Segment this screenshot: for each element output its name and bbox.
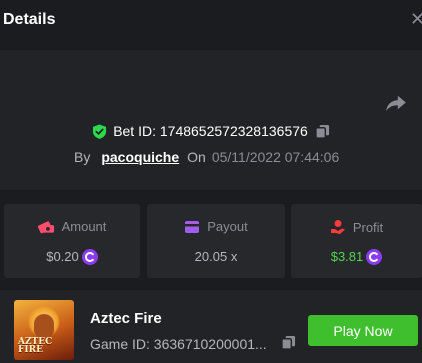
game-id: Game ID: 3636710200001...: [90, 336, 267, 352]
share-icon[interactable]: [385, 94, 407, 112]
copy-icon[interactable]: [315, 124, 330, 139]
shield-check-icon: [93, 124, 107, 139]
amount-card: Amount $0.20: [4, 204, 140, 278]
thumbnail-figure: [34, 314, 54, 338]
wallet-icon: [185, 221, 200, 233]
bet-id-text: Bet ID: 1748652572328136576: [113, 123, 308, 139]
profit-value: $3.81: [330, 249, 364, 264]
coin-icon: [81, 249, 98, 265]
payout-label: Payout: [207, 219, 248, 234]
modal-title: Details: [3, 11, 56, 28]
thumbnail-logo-line2: FIRE: [18, 345, 43, 355]
bet-datetime: 05/11/2022 07:44:06: [211, 149, 340, 165]
on-label: On: [187, 149, 206, 165]
username-link[interactable]: pacoquiche: [101, 149, 179, 165]
by-label: By: [74, 149, 91, 165]
modal-header: Details ✕: [0, 0, 422, 50]
game-panel: AZTEC FIRE Aztec Fire Game ID: 363671020…: [0, 290, 422, 363]
payout-value: 20.05 x: [194, 249, 238, 264]
profit-label: Profit: [352, 220, 384, 235]
thumbnail-logo: AZTEC FIRE: [18, 338, 70, 355]
close-icon[interactable]: ✕: [410, 10, 422, 28]
amount-value-row: $0.20: [4, 249, 140, 265]
payout-header: Payout: [147, 219, 285, 234]
bet-info-panel: Bet ID: 1748652572328136576 By pacoquiche…: [0, 50, 422, 190]
profit-card: Profit $3.81: [291, 204, 422, 278]
game-thumbnail[interactable]: AZTEC FIRE: [14, 300, 74, 360]
hand-coin-icon: [330, 220, 345, 234]
amount-value: $0.20: [46, 249, 79, 264]
amount-label: Amount: [61, 219, 107, 234]
bet-stats: Amount $0.20 Payout 20.05 x Profit $3.81: [0, 190, 422, 290]
payout-card: Payout 20.05 x: [147, 204, 285, 278]
copy-icon[interactable]: [281, 335, 296, 350]
game-name: Aztec Fire: [90, 310, 162, 327]
money-icon: [37, 221, 54, 234]
coin-icon: [366, 249, 383, 265]
bet-author-row: By pacoquiche On 05/11/2022 07:44:06: [74, 149, 339, 167]
amount-header: Amount: [4, 219, 140, 234]
profit-value-row: $3.81: [291, 249, 422, 265]
play-now-button[interactable]: Play Now: [308, 315, 418, 346]
bet-id-row: Bet ID: 1748652572328136576: [0, 123, 422, 141]
profit-header: Profit: [291, 219, 422, 235]
